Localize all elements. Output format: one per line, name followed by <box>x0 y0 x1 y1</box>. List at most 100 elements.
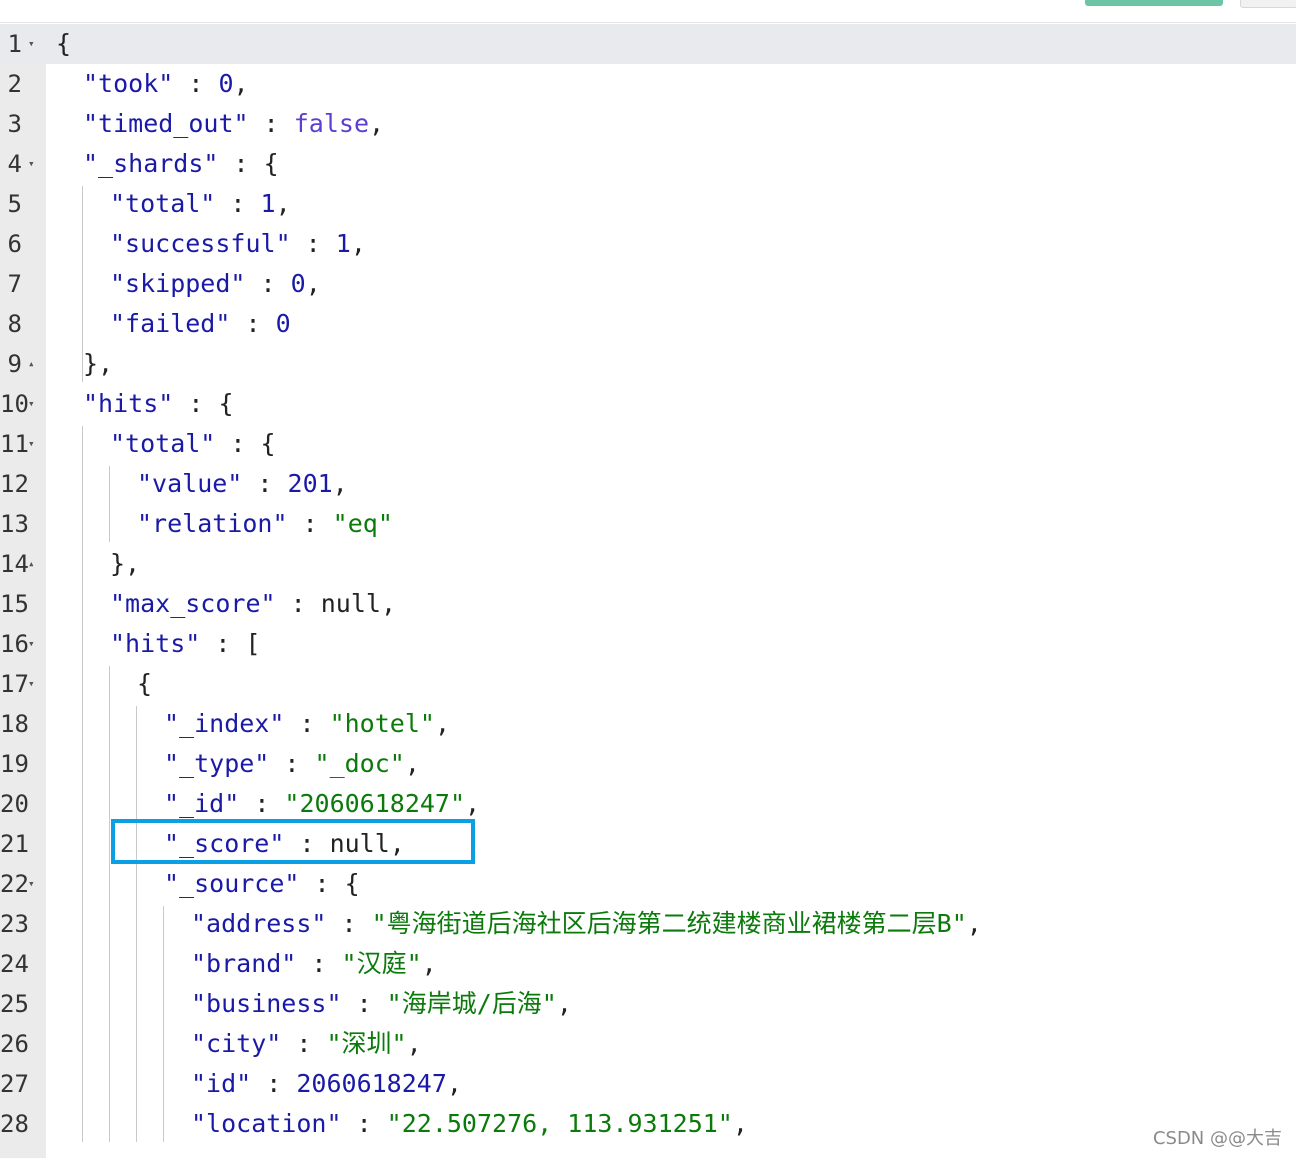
code-token: "failed" <box>110 309 231 338</box>
code-text: "_shards" : { <box>83 144 279 184</box>
fold-collapse-icon[interactable]: ▾ <box>28 664 35 704</box>
line-number: 13 <box>0 510 29 538</box>
code-token: : { <box>173 389 234 418</box>
code-text: "total" : { <box>110 424 276 464</box>
code-token: , <box>275 189 291 218</box>
code-token: "_source" <box>164 869 300 898</box>
code-token: , <box>305 269 321 298</box>
code-token: , <box>369 109 385 138</box>
fold-collapse-icon[interactable]: ▾ <box>28 424 35 464</box>
code-token: 0 <box>275 309 291 338</box>
code-token: : <box>173 69 219 98</box>
line-number: 21 <box>0 830 29 858</box>
code-token: }, <box>110 549 141 578</box>
code-text: "took" : 0, <box>83 64 249 104</box>
code-token: : <box>341 989 387 1018</box>
code-text: { <box>137 664 152 704</box>
code-line: 5 "total" : 1, <box>0 184 1296 224</box>
code-text: "failed" : 0 <box>110 304 291 344</box>
fold-collapse-icon[interactable]: ▾ <box>28 384 35 424</box>
fold-expand-icon[interactable]: ▴ <box>28 344 35 384</box>
code-token: "hotel" <box>329 709 435 738</box>
code-token: "address" <box>191 909 327 938</box>
code-token: , <box>233 69 249 98</box>
code-token: null <box>320 589 381 618</box>
code-token: , <box>465 789 481 818</box>
code-token: "粤海街道后海社区后海第二统建楼商业裙楼第二层B" <box>371 909 967 938</box>
fold-collapse-icon[interactable]: ▾ <box>28 624 35 664</box>
code-token: 0 <box>218 69 234 98</box>
code-token: { <box>137 669 153 698</box>
code-token: "汉庭" <box>341 949 422 978</box>
json-response-editor[interactable]: 1 ▾{2 "took" : 0, 3 "timed_out" : false, 4 ▾ "_… <box>0 24 1296 1158</box>
code-token: false <box>293 109 369 138</box>
code-token: "_index" <box>164 709 285 738</box>
line-number: 8 <box>7 310 22 338</box>
line-number: 24 <box>0 950 29 978</box>
code-token: { <box>56 29 72 58</box>
code-line: 2 "took" : 0, <box>0 64 1296 104</box>
code-text: "value" : 201, <box>137 464 348 504</box>
code-text: "hits" : [ <box>110 624 261 664</box>
line-number: 17 <box>0 670 29 698</box>
code-text: "max_score" : null, <box>110 584 396 624</box>
code-token: "深圳" <box>326 1029 407 1058</box>
line-number: 10 <box>0 390 29 418</box>
indent-guide <box>163 906 164 1142</box>
line-number: 6 <box>7 230 22 258</box>
line-number: 4 <box>7 150 22 178</box>
fold-collapse-icon[interactable]: ▾ <box>28 24 35 64</box>
code-line: 7 "skipped" : 0, <box>0 264 1296 304</box>
code-token: "hits" <box>83 389 174 418</box>
code-token: : <box>275 589 321 618</box>
code-token: : <box>242 469 288 498</box>
code-token: : <box>284 709 330 738</box>
fold-collapse-icon[interactable]: ▾ <box>28 864 35 904</box>
code-text: "relation" : "eq" <box>137 504 393 544</box>
code-token: : <box>251 1069 297 1098</box>
code-token: "timed_out" <box>83 109 249 138</box>
code-token: "location" <box>191 1109 342 1138</box>
code-line: 28 "location" : "22.507276, 113.931251", <box>0 1104 1296 1144</box>
code-token: "_shards" <box>83 149 219 178</box>
code-line: 12 "value" : 201, <box>0 464 1296 504</box>
code-line: 19 "_type" : "_doc", <box>0 744 1296 784</box>
line-number: 3 <box>7 110 22 138</box>
code-token: "skipped" <box>110 269 246 298</box>
indent-guide <box>136 706 137 1142</box>
code-text: "location" : "22.507276, 113.931251", <box>191 1104 748 1144</box>
code-text: "address" : "粤海街道后海社区后海第二统建楼商业裙楼第二层B", <box>191 904 982 944</box>
code-line: 18 "_index" : "hotel", <box>0 704 1296 744</box>
code-token: : { <box>299 869 360 898</box>
code-line: 14 ▴}, <box>0 544 1296 584</box>
line-number: 23 <box>0 910 29 938</box>
code-line: 10 ▾ "hits" : { <box>0 384 1296 424</box>
line-number: 22 <box>0 870 29 898</box>
code-token: "brand" <box>191 949 297 978</box>
code-token: : { <box>218 149 279 178</box>
code-line: 24 "brand" : "汉庭", <box>0 944 1296 984</box>
code-token: , <box>966 909 982 938</box>
settings-button[interactable] <box>1240 0 1296 8</box>
code-line: 13 "relation" : "eq" <box>0 504 1296 544</box>
run-button[interactable] <box>1085 0 1223 6</box>
code-token: : <box>341 1109 387 1138</box>
code-token: "eq" <box>332 509 393 538</box>
code-line: 1 ▾ { <box>0 24 1296 64</box>
code-line: 25 "business" : "海岸城/后海", <box>0 984 1296 1024</box>
code-token: : <box>326 909 372 938</box>
code-token: , <box>732 1109 748 1138</box>
code-token: "_type" <box>164 749 270 778</box>
code-token: "_id" <box>164 789 240 818</box>
indent-guide <box>82 426 83 1142</box>
code-token: : <box>230 309 276 338</box>
indent-guide <box>109 466 110 542</box>
fold-collapse-icon[interactable]: ▾ <box>28 144 35 184</box>
code-line: 15 "max_score" : null, <box>0 584 1296 624</box>
code-token: , <box>332 469 348 498</box>
code-line: 11 ▾ "total" : { <box>0 424 1296 464</box>
code-line: 8 "failed" : 0 <box>0 304 1296 344</box>
fold-expand-icon[interactable]: ▴ <box>28 544 35 584</box>
code-token: , <box>406 1029 422 1058</box>
line-number: 7 <box>7 270 22 298</box>
